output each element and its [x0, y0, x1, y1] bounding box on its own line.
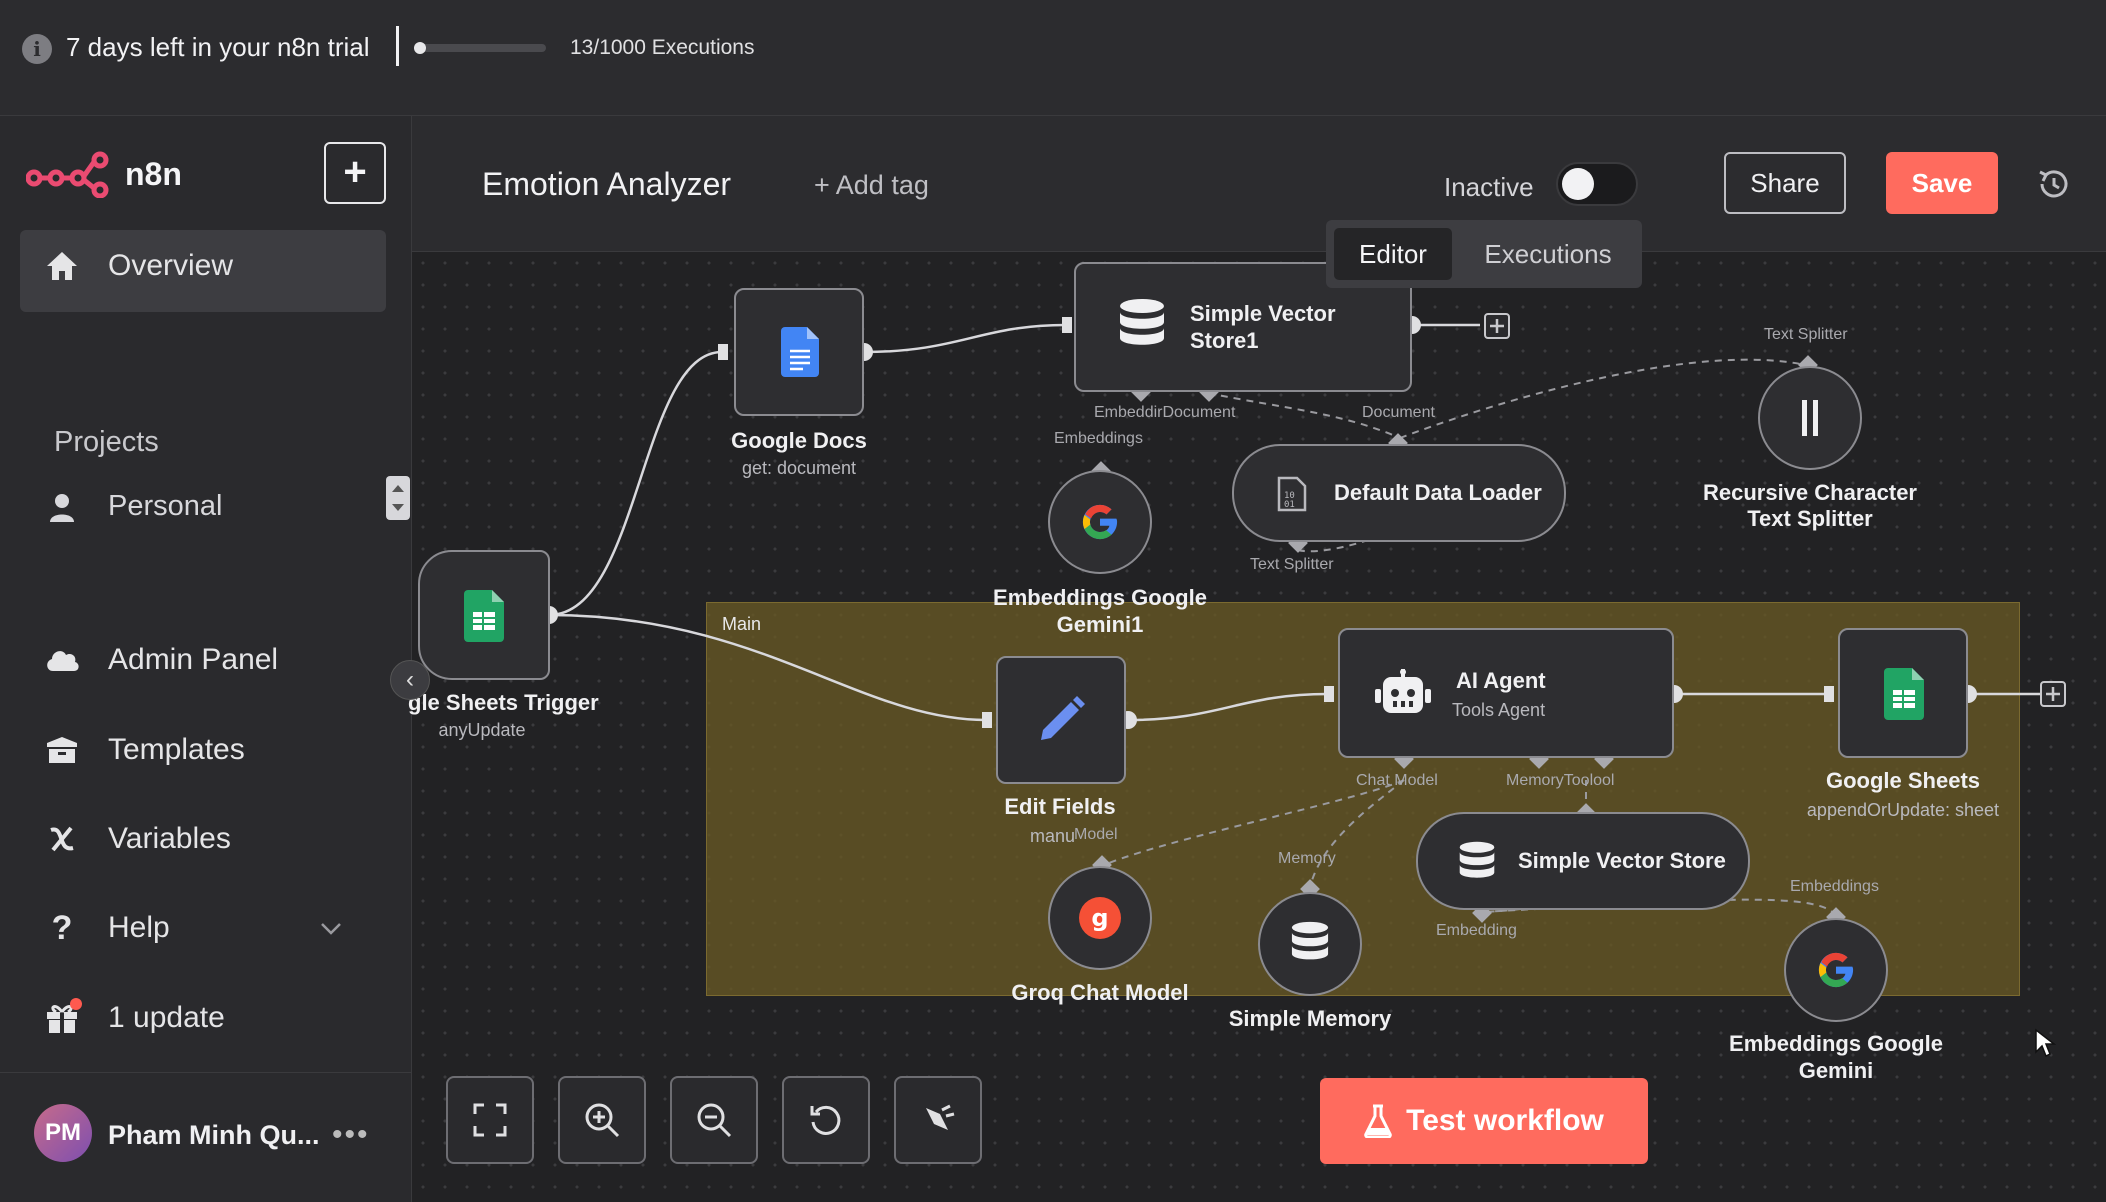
node-title: Groq Chat Model	[1011, 980, 1189, 1005]
connection-line[interactable]	[1309, 779, 1405, 889]
node-title: Default Data Loader	[1334, 480, 1542, 505]
connection-line[interactable]	[1127, 692, 1329, 722]
test-workflow-label: Test workflow	[1406, 1104, 1604, 1137]
connection-line[interactable]	[1399, 358, 1811, 439]
node-title: Simple Memory	[1228, 1006, 1392, 1031]
database-icon	[1452, 838, 1502, 888]
input-handle[interactable]	[1324, 686, 1334, 702]
connection-line[interactable]	[548, 350, 723, 617]
connector-label: EmbeddirDocument	[1094, 404, 1236, 421]
file-binary-icon: 10 01	[1272, 474, 1312, 514]
pencil-icon	[1026, 686, 1096, 754]
google-docs-icon	[760, 320, 840, 384]
add-node-plus-icon[interactable]	[2040, 681, 2066, 707]
input-handle[interactable]	[982, 712, 992, 728]
connector-label: Chat Model	[1356, 772, 1438, 789]
robot-icon	[1372, 662, 1434, 724]
node-title: Simple Vector Store	[1518, 848, 1726, 873]
connector-label: Embedding	[1436, 922, 1517, 939]
connection-line[interactable]	[863, 323, 1067, 354]
connector-label: Document	[1362, 404, 1435, 421]
google-sheets-icon	[446, 584, 522, 648]
collapse-sidebar-button[interactable]: ‹	[390, 660, 430, 700]
connector-label: Memory	[1278, 850, 1336, 867]
tidy-up-button[interactable]	[894, 1076, 982, 1164]
zoom-in-button[interactable]	[558, 1076, 646, 1164]
connector-label: Text Splitter	[1250, 556, 1334, 573]
google-sheets-icon	[1866, 662, 1942, 726]
connector-label: Text Splitter	[1764, 326, 1848, 343]
node-title: Recursive Character Text Splitter	[1702, 480, 1917, 531]
input-handle[interactable]	[718, 344, 728, 360]
input-handle[interactable]	[1062, 317, 1072, 333]
database-icon	[1278, 912, 1342, 976]
reset-zoom-button[interactable]	[782, 1076, 870, 1164]
node-title: Embeddings Google Gemini1	[993, 585, 1207, 637]
fit-view-button[interactable]	[446, 1076, 534, 1164]
node-subtitle: appendOrUpdate: sheet	[1806, 800, 2000, 820]
zoom-in-icon	[585, 1103, 620, 1138]
svg-text:g: g	[1091, 904, 1108, 932]
add-node-plus-icon[interactable]	[1484, 313, 1510, 339]
node-title: AI Agent	[1456, 668, 1546, 693]
database-icon	[1110, 292, 1174, 360]
node-subtitle: get: document	[741, 458, 857, 478]
node-subtitle: anyUpdate	[438, 720, 526, 740]
node-title: Google Docs	[731, 428, 867, 453]
groq-icon: g	[1068, 886, 1132, 950]
connector-label: Embeddings	[1790, 878, 1879, 895]
zoom-out-icon	[697, 1103, 732, 1138]
tab-editor[interactable]: Editor	[1334, 228, 1452, 280]
node-subtitle: manu	[1030, 826, 1076, 846]
split-icon	[1778, 386, 1842, 450]
tab-executions[interactable]: Executions	[1462, 228, 1634, 280]
svg-text:01: 01	[1284, 500, 1295, 510]
node-subtitle: Tools Agent	[1452, 700, 1546, 720]
connection-line[interactable]	[548, 613, 987, 722]
connector-label: Model	[1074, 826, 1118, 843]
zoom-out-button[interactable]	[670, 1076, 758, 1164]
test-workflow-button[interactable]: Test workflow	[1320, 1078, 1648, 1164]
reset-zoom-icon	[810, 1105, 841, 1135]
node-title: Embeddings Google Gemini	[1729, 1031, 1943, 1083]
google-g-icon	[1804, 938, 1868, 1002]
cursor-icon	[2035, 1028, 2056, 1058]
google-g-icon	[1068, 490, 1132, 554]
node-title: Simple Vector Store1	[1190, 301, 1336, 353]
node-title: gle Sheets Trigger	[408, 690, 599, 715]
connection-line[interactable]	[1101, 779, 1405, 867]
node-title: Edit Fields	[1004, 794, 1116, 819]
node-title: Google Sheets	[1825, 768, 1981, 793]
tidy-up-icon	[926, 1104, 955, 1130]
flask-icon	[1364, 1104, 1392, 1138]
input-handle[interactable]	[1824, 686, 1834, 702]
connector-label: Embeddings	[1054, 430, 1143, 447]
connector-label: MemoryToolool	[1506, 772, 1615, 789]
fit-view-icon	[473, 1103, 507, 1137]
